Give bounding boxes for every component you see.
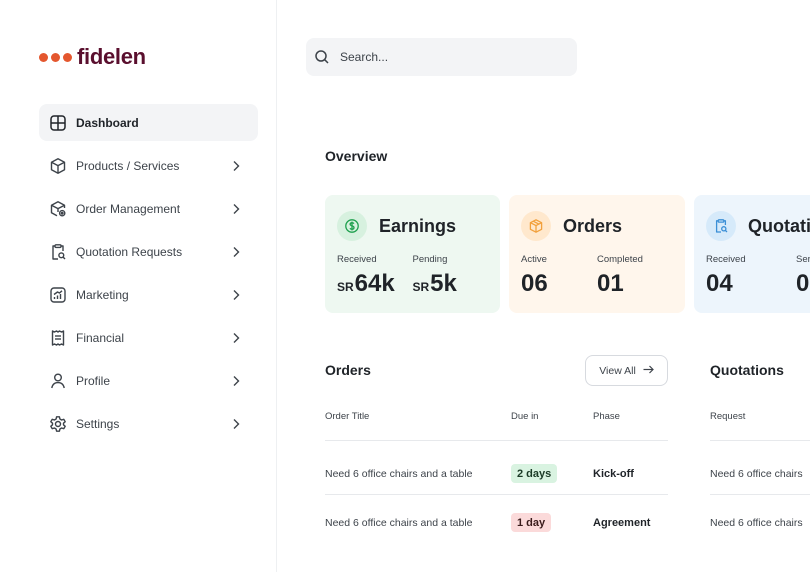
chevron-right-icon bbox=[230, 160, 242, 172]
quotations-card[interactable]: Quotati Received 04 Ser 0 bbox=[694, 195, 810, 313]
sidebar-item-label: Marketing bbox=[76, 287, 129, 302]
clipboard-search-icon bbox=[49, 243, 67, 261]
package-settings-icon bbox=[49, 200, 67, 218]
sidebar: fidelen Dashboard Products / Services Or… bbox=[0, 0, 277, 572]
sidebar-item-products-services[interactable]: Products / Services bbox=[39, 147, 258, 184]
sidebar-item-dashboard[interactable]: Dashboard bbox=[39, 104, 258, 141]
phase-cell: Kick-off bbox=[593, 468, 634, 480]
stat-active: Active 06 bbox=[521, 254, 597, 298]
chevron-right-icon bbox=[230, 203, 242, 215]
overview-title: Overview bbox=[325, 148, 388, 164]
search-icon bbox=[314, 48, 332, 66]
sidebar-item-financial[interactable]: Financial bbox=[39, 319, 258, 356]
brand-name: fidelen bbox=[77, 44, 146, 69]
order-title-cell: Need 6 office chairs and a table bbox=[325, 517, 473, 529]
stat-label: Received bbox=[706, 254, 746, 265]
request-cell: Need 6 office chairs bbox=[710, 468, 803, 480]
phase-cell: Agreement bbox=[593, 517, 651, 529]
orders-card[interactable]: Orders Active 06 Completed 01 bbox=[509, 195, 685, 313]
table-divider bbox=[325, 440, 668, 441]
card-title: Earnings bbox=[379, 215, 457, 236]
card-title: Orders bbox=[563, 215, 623, 236]
column-header-request[interactable]: Request bbox=[710, 411, 745, 422]
sidebar-item-label: Profile bbox=[76, 373, 111, 388]
sidebar-item-label: Order Management bbox=[76, 201, 181, 216]
due-badge: 1 day bbox=[511, 513, 552, 532]
currency-label: SR bbox=[337, 280, 354, 294]
brand-logo[interactable]: fidelen bbox=[39, 44, 146, 70]
stat-number: 64k bbox=[354, 270, 395, 297]
stat-value: 0 bbox=[796, 270, 810, 297]
chevron-right-icon bbox=[230, 418, 242, 430]
view-all-button[interactable]: View All bbox=[585, 355, 668, 386]
chevron-right-icon bbox=[230, 289, 242, 301]
stat-label: Received bbox=[337, 254, 377, 265]
user-icon bbox=[49, 372, 67, 390]
order-title-cell: Need 6 office chairs and a table bbox=[325, 468, 473, 480]
stat-value: SR5k bbox=[413, 270, 489, 298]
receipt-icon bbox=[49, 329, 67, 347]
stat-sent: Ser 0 bbox=[796, 254, 810, 298]
box-icon bbox=[521, 211, 551, 241]
sidebar-item-marketing[interactable]: Marketing bbox=[39, 276, 258, 313]
gear-icon bbox=[49, 415, 67, 433]
stat-label: Active bbox=[521, 254, 547, 265]
column-header-due-in[interactable]: Due in bbox=[511, 411, 538, 422]
request-cell: Need 6 office chairs bbox=[710, 517, 803, 529]
chevron-right-icon bbox=[230, 246, 242, 258]
view-all-label: View All bbox=[599, 364, 636, 377]
stat-value: 01 bbox=[597, 270, 624, 297]
arrow-right-icon bbox=[643, 365, 654, 377]
sidebar-item-quotation-requests[interactable]: Quotation Requests bbox=[39, 233, 258, 270]
box-icon bbox=[49, 157, 67, 175]
sidebar-item-label: Products / Services bbox=[76, 158, 180, 173]
dashboard-icon bbox=[49, 114, 67, 132]
sidebar-item-label: Quotation Requests bbox=[76, 244, 183, 259]
stat-value: 04 bbox=[706, 270, 733, 297]
dollar-coin-icon bbox=[337, 211, 367, 241]
sidebar-item-label: Financial bbox=[76, 330, 125, 345]
logo-dots-icon bbox=[39, 52, 72, 62]
sidebar-item-label: Settings bbox=[76, 416, 120, 431]
stat-completed: Completed 01 bbox=[597, 254, 673, 298]
currency-label: SR bbox=[412, 280, 430, 294]
sidebar-item-order-management[interactable]: Order Management bbox=[39, 190, 258, 227]
search-bar[interactable] bbox=[306, 38, 577, 76]
due-badge: 2 days bbox=[511, 464, 558, 483]
sidebar-item-settings[interactable]: Settings bbox=[39, 405, 258, 442]
stat-value: 06 bbox=[521, 270, 548, 297]
search-input[interactable] bbox=[340, 50, 560, 64]
stat-label: Ser bbox=[796, 254, 810, 265]
orders-section-title: Orders bbox=[325, 362, 371, 378]
sidebar-nav: Dashboard Products / Services Order Mana… bbox=[39, 104, 258, 448]
chevron-right-icon bbox=[230, 332, 242, 344]
stat-received: Received 04 bbox=[706, 254, 796, 298]
table-divider bbox=[710, 494, 810, 495]
sidebar-item-label: Dashboard bbox=[76, 115, 139, 130]
stat-number: 5k bbox=[430, 270, 457, 297]
column-header-order-title[interactable]: Order Title bbox=[325, 411, 369, 422]
sidebar-item-profile[interactable]: Profile bbox=[39, 362, 258, 399]
stat-pending: Pending SR5k bbox=[413, 254, 489, 298]
stat-received: Received SR64k bbox=[337, 254, 413, 298]
card-title: Quotati bbox=[748, 215, 810, 236]
stat-label: Completed bbox=[597, 254, 643, 265]
table-divider bbox=[325, 494, 668, 495]
quotations-section-title: Quotations bbox=[710, 362, 784, 378]
table-divider bbox=[710, 440, 810, 441]
clipboard-search-icon bbox=[706, 211, 736, 241]
column-header-phase[interactable]: Phase bbox=[593, 411, 620, 422]
chart-up-icon bbox=[49, 286, 67, 304]
chevron-right-icon bbox=[230, 375, 242, 387]
stat-label: Pending bbox=[412, 254, 448, 265]
stat-value: SR64k bbox=[337, 270, 413, 298]
earnings-card[interactable]: Earnings Received SR64k Pending SR5k bbox=[325, 195, 500, 313]
